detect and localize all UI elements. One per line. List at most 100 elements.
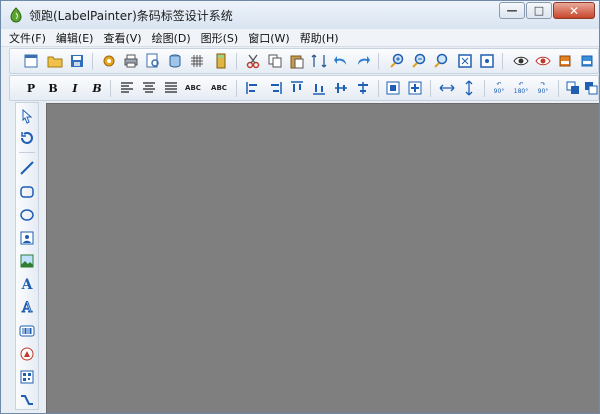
new-button[interactable] [22, 52, 40, 70]
rotate-tool[interactable] [18, 129, 36, 147]
zoom-out-button[interactable] [410, 52, 428, 70]
align-objects-right-button[interactable] [266, 79, 284, 97]
minimize-button[interactable]: — [499, 2, 525, 19]
center-page-h-icon [386, 81, 400, 95]
zoom-in-button[interactable] [388, 52, 406, 70]
italic-button[interactable]: I [66, 79, 84, 97]
align-objects-right-icon [271, 82, 282, 94]
cut-button[interactable] [244, 52, 262, 70]
align-center-icon [143, 82, 155, 93]
center-vertical-button[interactable] [332, 79, 350, 97]
paste-button[interactable] [288, 52, 306, 70]
rotate-90-right-button[interactable]: ↷ 90° [534, 79, 552, 97]
lowercase-button[interactable]: ABC [184, 79, 202, 97]
ellipse-tool[interactable] [18, 206, 36, 224]
image-frame-tool[interactable] [18, 229, 36, 247]
rotate-90-left-button[interactable]: ↶ 90° [490, 79, 508, 97]
align-objects-top-icon [291, 81, 303, 92]
resize-button[interactable] [310, 52, 328, 70]
calculator-button[interactable] [212, 52, 230, 70]
menu-help[interactable]: 帮助(H) [300, 30, 339, 46]
outline-text-tool[interactable]: A [18, 299, 36, 317]
format-toolbar: P B I B ABC ABC ↶ 90° ↶ 180° ↷ 90° [9, 75, 599, 101]
same-width-button[interactable] [438, 79, 456, 97]
database-button[interactable] [166, 52, 184, 70]
open-button[interactable] [46, 52, 64, 70]
center-page-v-icon [408, 81, 422, 95]
align-objects-bottom-icon [313, 84, 325, 95]
select-tool[interactable] [18, 107, 36, 125]
rectangle-tool[interactable] [18, 183, 36, 201]
properties-button[interactable] [578, 52, 596, 70]
curve-tool[interactable] [18, 391, 36, 409]
database-icon [169, 54, 181, 68]
uppercase-button[interactable]: ABC [208, 79, 230, 97]
minimize-icon: — [506, 4, 518, 17]
line-tool[interactable] [18, 159, 36, 177]
menu-file[interactable]: 文件(F) [9, 30, 46, 46]
title-bar[interactable]: 领跑(LabelPainter)条码标签设计系统 — □ ✕ [1, 1, 599, 29]
center-page-h-button[interactable] [384, 79, 402, 97]
plain-style-button[interactable]: P [22, 79, 40, 97]
align-objects-bottom-button[interactable] [310, 79, 328, 97]
close-button[interactable]: ✕ [553, 2, 595, 19]
picture-tool[interactable] [18, 252, 36, 270]
barcode-icon [19, 325, 35, 337]
menu-shape[interactable]: 图形(S) [201, 30, 239, 46]
menu-view[interactable]: 查看(V) [103, 30, 141, 46]
undo-icon [334, 56, 346, 65]
maximize-button[interactable]: □ [526, 2, 552, 19]
settings-button[interactable] [100, 52, 118, 70]
toolbar-separator [236, 80, 237, 97]
scissors-icon [246, 54, 260, 69]
grid-button[interactable] [188, 52, 206, 70]
logo-tool[interactable] [18, 345, 36, 363]
align-center-button[interactable] [140, 79, 158, 97]
hide-button[interactable] [534, 52, 552, 70]
redo-button[interactable] [354, 52, 372, 70]
same-height-button[interactable] [460, 79, 478, 97]
bring-front-button[interactable] [564, 79, 582, 97]
design-canvas[interactable] [46, 103, 599, 413]
save-button[interactable] [68, 52, 86, 70]
barcode-tool[interactable] [18, 322, 36, 340]
send-back-button[interactable] [582, 79, 600, 97]
menu-window[interactable]: 窗口(W) [248, 30, 289, 46]
paste-icon [290, 55, 304, 69]
layer-icon [559, 55, 571, 67]
menu-bar: 文件(F) 编辑(E) 查看(V) 绘图(D) 图形(S) 窗口(W) 帮助(H… [1, 29, 599, 47]
qrcode-tool[interactable] [18, 368, 36, 386]
align-left-icon [121, 82, 133, 93]
maximize-icon: □ [533, 4, 545, 17]
layer-button[interactable] [556, 52, 574, 70]
bold-italic-button[interactable]: B [88, 79, 106, 97]
align-justify-button[interactable] [162, 79, 180, 97]
rotate-90b-label: 90° [537, 88, 549, 95]
text-tool-icon: A [21, 277, 33, 293]
rotate-180-button[interactable]: ↶ 180° [512, 79, 530, 97]
align-objects-left-button[interactable] [244, 79, 262, 97]
menu-edit[interactable]: 编辑(E) [56, 30, 94, 46]
bold-button[interactable]: B [44, 79, 62, 97]
toolbar-separator [502, 53, 503, 70]
copy-button[interactable] [266, 52, 284, 70]
undo-button[interactable] [332, 52, 350, 70]
full-screen-button[interactable] [478, 52, 496, 70]
center-page-v-button[interactable] [406, 79, 424, 97]
text-tool[interactable]: A [18, 276, 36, 294]
center-horizontal-button[interactable] [354, 79, 372, 97]
toolbar-separator [430, 80, 431, 97]
outline-text-icon: A [21, 300, 33, 317]
align-justify-icon [165, 82, 177, 93]
menu-draw[interactable]: 绘图(D) [152, 30, 191, 46]
zoom-button[interactable] [432, 52, 450, 70]
align-left-button[interactable] [118, 79, 136, 97]
print-preview-button[interactable] [144, 52, 162, 70]
align-objects-top-button[interactable] [288, 79, 306, 97]
save-icon [71, 55, 83, 67]
fit-page-button[interactable] [456, 52, 474, 70]
zoom-in-icon [390, 53, 404, 68]
eye-hidden-icon [535, 56, 551, 66]
print-button[interactable] [122, 52, 140, 70]
show-button[interactable] [512, 52, 530, 70]
